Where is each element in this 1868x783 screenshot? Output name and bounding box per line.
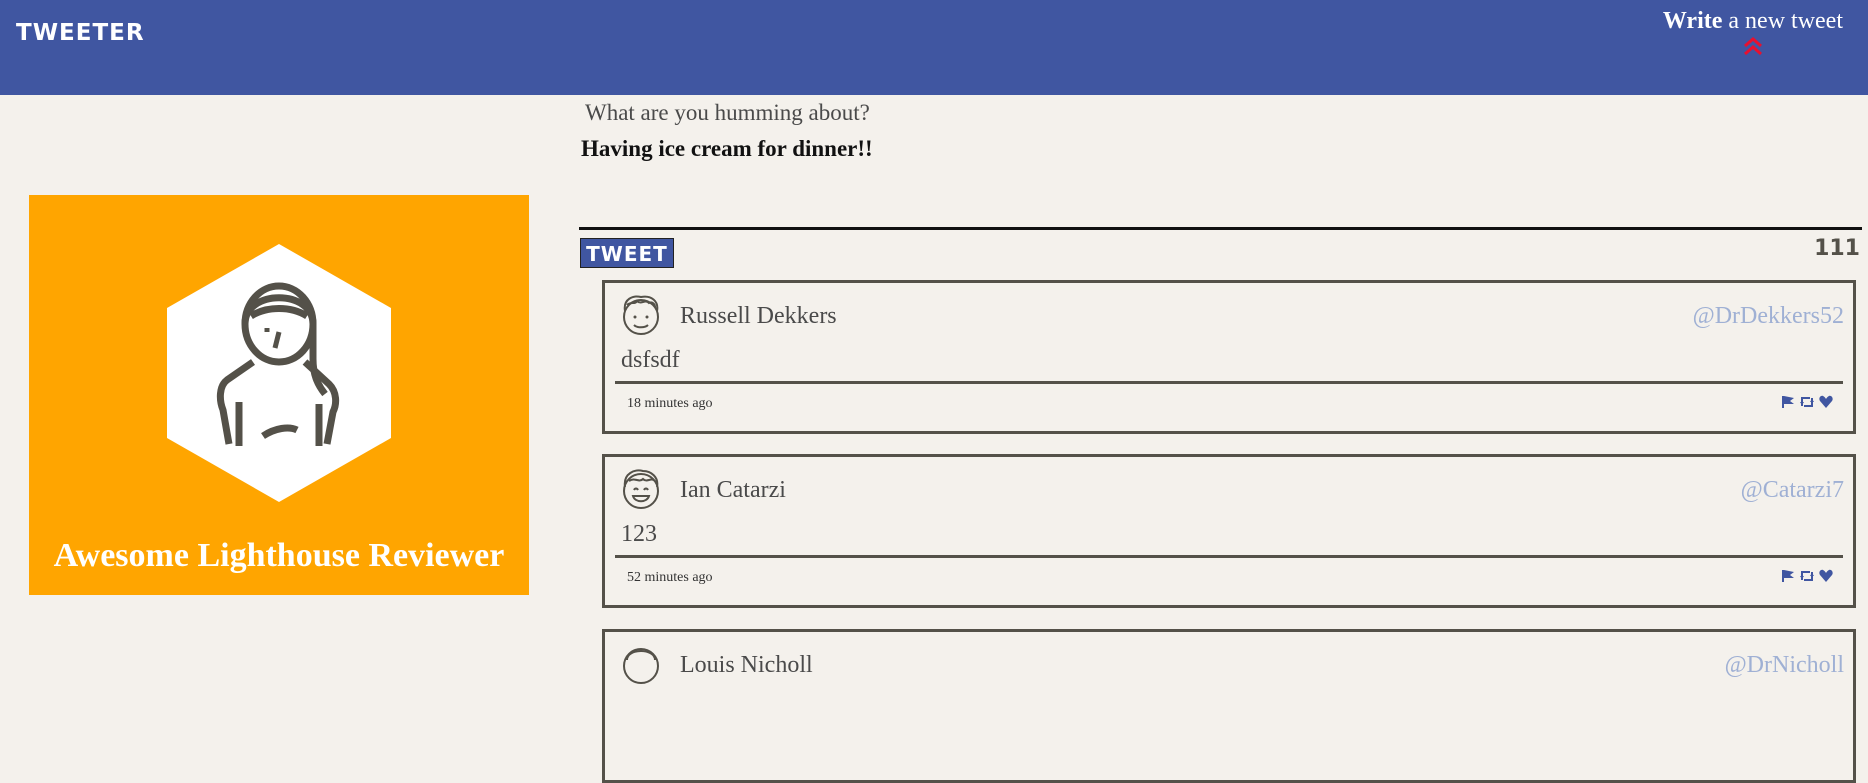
user-avatar-icon — [623, 295, 659, 335]
tweet-timestamp: 52 minutes ago — [627, 570, 713, 585]
write-tweet-toggle[interactable]: Write a new tweet — [1663, 8, 1843, 57]
tweet-card: Russell Dekkers @DrDekkers52 dsfsdf 18 m… — [602, 280, 1856, 434]
compose-divider — [579, 227, 1862, 230]
compose-prompt-label: What are you humming about? — [585, 100, 870, 125]
double-chevron-up-icon[interactable] — [1741, 35, 1765, 57]
char-counter: 111 — [1814, 236, 1860, 261]
top-nav: TWEETER Write a new tweet — [0, 0, 1868, 95]
tweet-text: dsfsdf — [621, 347, 680, 373]
user-avatar-icon — [623, 648, 659, 684]
tweet-card: Ian Catarzi @Catarzi7 123 52 minutes ago — [602, 454, 1856, 608]
compose-textarea[interactable]: Having ice cream for dinner!! — [581, 136, 873, 162]
user-avatar-icon — [623, 469, 659, 509]
tweet-author-handle[interactable]: @DrNicholl — [1725, 652, 1844, 679]
retweet-icon[interactable] — [1799, 395, 1815, 409]
tweet-author-name: Ian Catarzi — [680, 477, 786, 503]
compose-label-rest: a new tweet — [1722, 8, 1843, 34]
flag-icon[interactable] — [1781, 395, 1795, 409]
tweet-actions — [1781, 569, 1833, 583]
tweet-actions — [1781, 395, 1833, 409]
profile-avatar-icon — [167, 244, 391, 502]
tweet-author-name: Louis Nicholl — [680, 652, 813, 678]
compose-label-strong: Write — [1662, 8, 1723, 34]
profile-card: Awesome Lighthouse Reviewer — [29, 195, 529, 595]
tweet-timestamp: 18 minutes ago — [627, 396, 713, 411]
heart-icon[interactable] — [1819, 395, 1833, 409]
profile-name: Awesome Lighthouse Reviewer — [53, 537, 505, 574]
tweet-card: Louis Nicholl @DrNicholl — [602, 629, 1856, 783]
tweet-author-name: Russell Dekkers — [680, 303, 837, 329]
tweet-text: 123 — [621, 521, 657, 547]
brand-logo[interactable]: TWEETER — [16, 20, 145, 46]
flag-icon[interactable] — [1781, 569, 1795, 583]
retweet-icon[interactable] — [1799, 569, 1815, 583]
tweet-author-handle[interactable]: @DrDekkers52 — [1693, 303, 1844, 330]
tweet-author-handle[interactable]: @Catarzi7 — [1741, 477, 1844, 504]
heart-icon[interactable] — [1819, 569, 1833, 583]
tweet-divider — [615, 381, 1843, 384]
tweet-submit-button[interactable]: TWEET — [580, 238, 674, 268]
tweet-divider — [615, 555, 1843, 558]
